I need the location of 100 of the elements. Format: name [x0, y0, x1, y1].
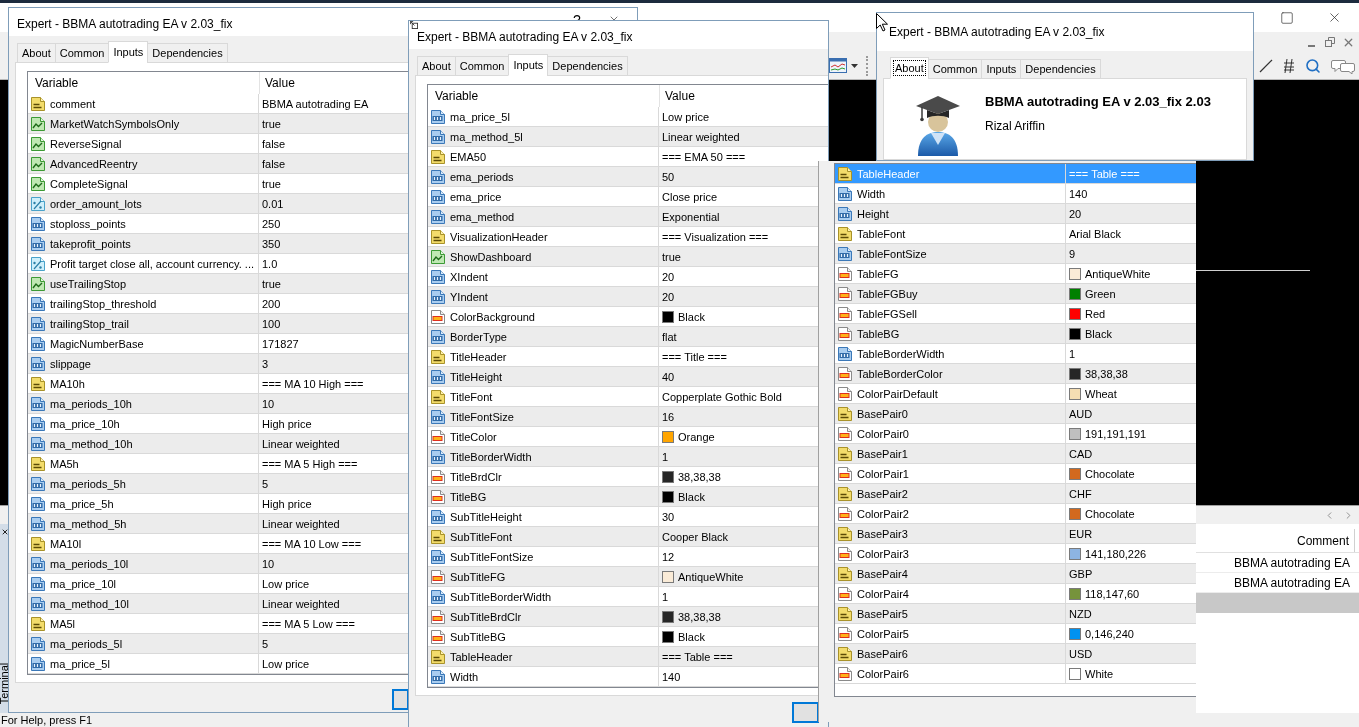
tab[interactable]: About	[417, 56, 456, 76]
chart-window-icon[interactable]	[829, 58, 847, 73]
parameter-row[interactable]: BasePair5 NZD	[835, 604, 1196, 624]
parameter-value: === MA 5 High ===	[262, 456, 358, 471]
parameter-value: false	[262, 156, 286, 171]
parameter-row[interactable]: ColorPair0 191,191,191	[835, 424, 1196, 444]
parameter-value: Copperplate Gothic Bold	[662, 389, 782, 404]
slanted-lines-icon[interactable]	[1283, 57, 1295, 74]
parameter-value: 50	[662, 169, 675, 184]
window-title: Expert - BBMA autotrading EA v 2.03_fix	[417, 30, 633, 44]
string-type-icon	[837, 485, 853, 502]
tab[interactable]: About	[890, 57, 929, 79]
parameter-row[interactable]: ma_price_5l Low price	[428, 107, 828, 127]
parameter-name: TableFGSell	[857, 306, 917, 321]
parameter-name: trailingStop_trail	[50, 316, 129, 331]
color-type-icon	[430, 608, 446, 625]
parameter-row[interactable]: BasePair6 USD	[835, 644, 1196, 664]
parameter-row[interactable]: Width 140	[835, 184, 1196, 204]
boolean-type-icon	[30, 135, 46, 152]
tab[interactable]: Dependencies	[547, 56, 628, 76]
parameter-row[interactable]: ColorPair1 Chocolate	[835, 464, 1196, 484]
parameter-row[interactable]: Height 20	[835, 204, 1196, 224]
parameter-name: TableHeader	[857, 166, 920, 181]
parameter-value: 20	[662, 269, 675, 284]
parameter-row[interactable]: TableFG AntiqueWhite	[835, 264, 1196, 284]
author-name: Rizal Ariffin	[985, 119, 1046, 133]
window-title: Expert - BBMA autotrading EA v 2.03_fix	[889, 24, 1105, 41]
parameter-row[interactable]: ColorPairDefault Wheat	[835, 384, 1196, 404]
string-type-icon	[837, 445, 853, 462]
expert-name: BBMA autotrading EA v 2.03_fix 2.03	[985, 94, 1211, 110]
parameter-row[interactable]: BasePair4 GBP	[835, 564, 1196, 584]
parameter-row[interactable]: BasePair3 EUR	[835, 524, 1196, 544]
search-icon[interactable]	[1305, 57, 1321, 74]
dialog-button[interactable]	[792, 702, 819, 723]
parameter-value: 38,38,38	[678, 469, 721, 484]
color-type-icon	[430, 428, 446, 445]
parameter-name: ColorPair6	[857, 666, 909, 681]
parameter-value: 20	[662, 289, 675, 304]
parameter-row[interactable]: TableBorderWidth 1	[835, 344, 1196, 364]
parameter-name: useTrailingStop	[50, 276, 127, 291]
parameter-row[interactable]: BasePair1 CAD	[835, 444, 1196, 464]
parameter-name: BasePair4	[857, 566, 908, 581]
parameter-row[interactable]: TableFont Arial Black	[835, 224, 1196, 244]
parameter-value: Green	[1085, 286, 1116, 301]
integer-type-icon	[430, 288, 446, 305]
side-tab[interactable]: Terminal	[0, 662, 11, 705]
parameter-value: White	[1085, 666, 1114, 681]
parameter-value: EUR	[1069, 526, 1093, 541]
parameter-name: ma_method_10l	[50, 596, 129, 611]
parameter-row[interactable]: ColorPair6 White	[835, 664, 1196, 684]
parameter-value: 350	[262, 236, 281, 251]
integer-type-icon	[430, 208, 446, 225]
integer-type-icon	[30, 295, 46, 312]
parameter-value: Low price	[262, 656, 310, 671]
parameter-name: CompleteSignal	[50, 176, 128, 191]
maximize-icon[interactable]	[1280, 10, 1294, 25]
tab[interactable]: Dependencies	[147, 43, 228, 63]
parameter-row[interactable]: ColorPair5 0,146,240	[835, 624, 1196, 644]
diagonal-line-icon[interactable]	[1259, 58, 1273, 73]
parameter-row[interactable]: ma_method_5l Linear weighted	[428, 127, 828, 147]
parameter-row[interactable]: ColorPair2 Chocolate	[835, 504, 1196, 524]
tab[interactable]: Dependencies	[1020, 59, 1101, 79]
close-icon[interactable]	[1, 528, 9, 536]
speech-bubbles-icon[interactable]	[1331, 57, 1355, 74]
column-header: Variable	[34, 75, 80, 92]
color-type-icon	[837, 465, 853, 482]
color-type-icon	[837, 365, 853, 382]
parameter-value: 100	[262, 316, 281, 331]
parameter-value: Black	[678, 629, 705, 644]
integer-type-icon	[430, 588, 446, 605]
close-icon[interactable]	[1327, 10, 1342, 25]
parameter-name: TableBorderWidth	[857, 346, 945, 361]
restore-icon[interactable]	[1324, 36, 1336, 48]
color-type-icon	[430, 468, 446, 485]
tab[interactable]: Inputs	[508, 54, 549, 76]
parameter-row[interactable]: TableFontSize 9	[835, 244, 1196, 264]
parameter-value: 1	[662, 449, 669, 464]
parameter-row[interactable]: TableFGBuy Green	[835, 284, 1196, 304]
parameter-row[interactable]: TableBG Black	[835, 324, 1196, 344]
parameter-name: ma_price_10h	[50, 416, 120, 431]
graduate-user-icon	[915, 93, 961, 157]
integer-type-icon	[30, 355, 46, 372]
parameter-row[interactable]: ColorPair3 141,180,226	[835, 544, 1196, 564]
tab[interactable]: Inputs	[108, 41, 149, 63]
string-type-icon	[837, 605, 853, 622]
parameter-row[interactable]: BasePair2 CHF	[835, 484, 1196, 504]
parameter-row[interactable]: ColorPair4 118,147,60	[835, 584, 1196, 604]
parameter-row[interactable]: BasePair0 AUD	[835, 404, 1196, 424]
parameter-row[interactable]: TableFGSell Red	[835, 304, 1196, 324]
integer-type-icon	[30, 315, 46, 332]
parameter-row[interactable]: TableBorderColor 38,38,38	[835, 364, 1196, 384]
parameter-name: TableFont	[857, 226, 906, 241]
tab[interactable]: About	[17, 43, 56, 63]
integer-type-icon	[30, 495, 46, 512]
string-type-icon	[430, 228, 446, 245]
parameter-value: 9	[1069, 246, 1076, 261]
caret-icon[interactable]	[851, 63, 858, 68]
tab[interactable]: Common	[927, 59, 983, 79]
parameter-name: MarketWatchSymbolsOnly	[50, 116, 180, 131]
integer-type-icon	[30, 235, 46, 252]
